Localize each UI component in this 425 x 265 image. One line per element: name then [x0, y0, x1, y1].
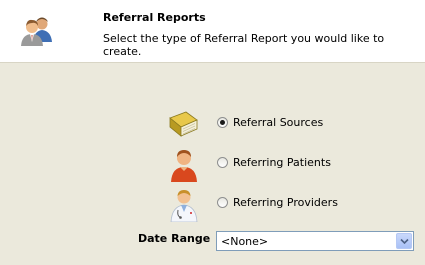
option-label-referring-providers[interactable]: Referring Providers [233, 196, 338, 209]
radio-referring-providers[interactable] [217, 197, 228, 208]
radio-referring-patients[interactable] [217, 157, 228, 168]
chevron-down-icon [400, 238, 409, 245]
patient-icon [171, 150, 197, 182]
users-icon [21, 17, 52, 46]
book-icon [169, 111, 198, 137]
date-range-select[interactable]: <None> [216, 231, 414, 251]
radio-referral-sources[interactable] [217, 117, 228, 128]
page-subtitle: Select the type of Referral Report you w… [103, 32, 385, 58]
option-label-referral-sources[interactable]: Referral Sources [233, 116, 323, 129]
date-range-value: <None> [221, 235, 269, 248]
header-panel: Referral Reports Select the type of Refe… [0, 0, 425, 63]
doctor-icon [170, 190, 198, 222]
radio-dot [220, 120, 225, 125]
dropdown-button[interactable] [396, 233, 412, 249]
page-title: Referral Reports [103, 11, 206, 24]
option-label-referring-patients[interactable]: Referring Patients [233, 156, 331, 169]
date-range-label: Date Range [138, 232, 211, 245]
